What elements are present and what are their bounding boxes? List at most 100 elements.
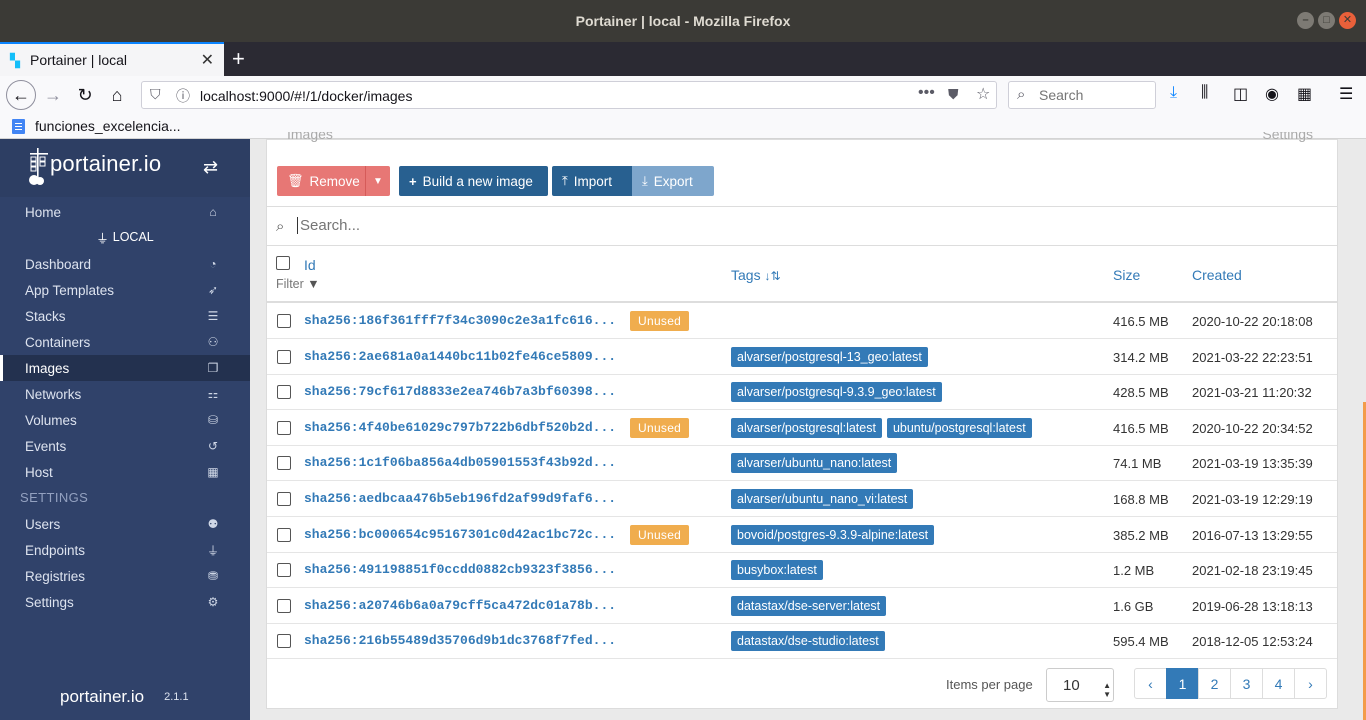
image-size: 1.2 MB (1113, 563, 1155, 579)
remove-dropdown-button[interactable]: ▼ (365, 166, 390, 196)
items-per-page-select[interactable]: 10 ▲ ▼ (1046, 668, 1114, 702)
maximize-icon[interactable]: □ (1318, 12, 1335, 29)
column-header-size[interactable]: Size (1113, 267, 1140, 283)
sidebar-toggle-arrows-icon[interactable]: ⇄ (203, 157, 218, 178)
page-button-3[interactable]: 3 (1230, 668, 1263, 699)
sidebar-item-endpoints[interactable]: Endpoints ⏚ (0, 537, 250, 563)
sidebar-item-containers[interactable]: Containers ⚇ (0, 329, 250, 355)
image-id-link[interactable]: sha256:2ae681a0a1440bc11b02fe46ce5809... (304, 349, 616, 364)
new-tab-icon[interactable]: + (232, 46, 245, 72)
image-id-link[interactable]: sha256:4f40be61029c797b722b6dbf520b2d... (304, 420, 616, 435)
filter-label: Filter (276, 277, 304, 291)
list-icon: ☰ (207, 309, 219, 323)
sidebar-item-users[interactable]: Users ⚉ (0, 511, 250, 537)
image-id-link[interactable]: sha256:216b55489d35706d9b1dc3768f7fed... (304, 633, 616, 648)
row-checkbox[interactable] (277, 456, 291, 471)
menu-hamburger-icon[interactable]: ☰ (1339, 84, 1353, 104)
sidebar-item-registries[interactable]: Registries ⛃ (0, 563, 250, 589)
image-created: 2018-12-05 12:53:24 (1192, 634, 1313, 650)
row-checkbox[interactable] (277, 634, 291, 649)
sidebar-item-networks[interactable]: Networks ⚏ (0, 381, 250, 407)
image-id-link[interactable]: sha256:aedbcaa476b5eb196fd2af99d9faf6... (304, 491, 616, 506)
remove-button[interactable]: 🗑 Remove (277, 166, 365, 196)
row-checkbox[interactable] (277, 349, 291, 364)
trash-icon: 🗑 (287, 173, 304, 188)
export-button[interactable]: ⤓ Export (632, 166, 714, 196)
sidebar-item-stacks[interactable]: Stacks ☰ (0, 303, 250, 329)
url-text[interactable]: localhost:9000/#!/1/docker/images (200, 88, 412, 104)
tab-close-icon[interactable]: ✕ (201, 50, 214, 70)
dashboard-gauge-icon: ◔ (209, 257, 217, 271)
sidebar-item-images[interactable]: Images ❐ (0, 355, 250, 381)
pocket-icon[interactable]: ⛊ (948, 86, 959, 103)
row-checkbox[interactable] (277, 420, 291, 435)
info-icon[interactable]: ⓘ (176, 86, 190, 106)
image-tag-badge: alvarser/postgresql-9.3.9_geo:latest (731, 382, 942, 403)
build-image-button[interactable]: + Build a new image (399, 166, 548, 196)
home-icon: ⌂ (209, 205, 217, 219)
sidebar-toggle-icon[interactable]: ◫ (1233, 84, 1248, 104)
row-checkbox[interactable] (277, 598, 291, 613)
home-icon[interactable]: ⌂ (104, 82, 130, 108)
bookmark-item[interactable]: funciones_excelencia... (35, 118, 181, 134)
reload-icon[interactable]: ↻ (72, 82, 98, 108)
page-prev-button[interactable]: ‹ (1134, 668, 1167, 699)
minimize-icon[interactable]: – (1297, 12, 1314, 29)
sidebar-item-settings[interactable]: Settings ⚙ (0, 589, 250, 615)
image-id-link[interactable]: sha256:186f361fff7f34c3090c2e3a1fc616... (304, 313, 616, 328)
browser-search-input[interactable] (1039, 87, 1149, 103)
forward-arrow-icon[interactable]: → (40, 82, 66, 108)
bookmark-star-icon[interactable]: ☆ (976, 84, 990, 104)
sidebar-item-events[interactable]: Events ↺ (0, 433, 250, 459)
image-id-link[interactable]: sha256:a20746b6a0a79cff5ca472dc01a78b... (304, 598, 616, 613)
row-checkbox[interactable] (277, 492, 291, 506)
items-per-page-label: Items per page (946, 677, 1033, 692)
column-header-id[interactable]: Id (304, 257, 316, 273)
sidebar-item-label: Volumes (25, 412, 77, 428)
account-icon[interactable]: ◉ (1265, 84, 1279, 104)
row-checkbox[interactable] (277, 563, 291, 578)
download-icon[interactable]: ⤓ (1170, 84, 1177, 102)
sidebar-item-host[interactable]: Host ▦ (0, 459, 250, 485)
row-checkbox[interactable] (277, 527, 291, 542)
sidebar-item-volumes[interactable]: Volumes ⛁ (0, 407, 250, 433)
image-id-link[interactable]: sha256:1c1f06ba856a4db05901553f43b92d... (304, 455, 616, 470)
image-id-link[interactable]: sha256:79cf617d8833e2ea746b7a3bf60398... (304, 384, 616, 399)
import-button[interactable]: ⤒ Import (552, 166, 632, 196)
sidebar-item-dashboard[interactable]: Dashboard ◔ (0, 251, 250, 277)
column-header-created[interactable]: Created (1192, 267, 1242, 283)
extensions-grid-icon[interactable]: ▦ (1297, 84, 1312, 104)
back-arrow-icon[interactable]: ← (6, 80, 36, 110)
page-button-4[interactable]: 4 (1262, 668, 1295, 699)
page-next-button[interactable]: › (1294, 668, 1327, 699)
shield-icon[interactable]: ⛉ (150, 86, 161, 103)
brand-name[interactable]: portainer.io (50, 151, 161, 177)
pagination-area: Items per page 10 ▲ ▼ ‹ 1 2 3 4 › (267, 660, 1337, 702)
image-search-input[interactable] (297, 217, 697, 234)
row-checkbox[interactable] (277, 314, 291, 328)
browser-tab-title: Portainer | local (30, 52, 128, 68)
filter-toggle[interactable]: Filter ▼ (276, 277, 320, 291)
main-content: Images Settings 🗑 Remove ▼ + Build a new… (250, 132, 1366, 720)
more-actions-icon[interactable]: ••• (918, 84, 935, 102)
browser-tab[interactable]: ▚ Portainer | local ✕ (0, 42, 224, 76)
export-button-label: Export (653, 173, 693, 189)
column-header-tags[interactable]: Tags ↓⇅ (731, 267, 781, 283)
select-all-checkbox[interactable] (276, 256, 290, 270)
tag-list: datastax/dse-studio:latest (731, 631, 885, 652)
sidebar-item-app-templates[interactable]: App Templates ➶ (0, 277, 250, 303)
table-settings-link[interactable]: Settings (1262, 132, 1313, 142)
portainer-logo-icon[interactable] (28, 148, 50, 186)
image-id-link[interactable]: sha256:491198851f0ccdd0882cb9323f3856... (304, 562, 616, 577)
import-button-label: Import (573, 173, 613, 189)
url-bar[interactable]: ⛉ ⓘ localhost:9000/#!/1/docker/images ••… (141, 81, 997, 109)
library-icon[interactable]: ⫼ (1201, 84, 1208, 102)
page-button-2[interactable]: 2 (1198, 668, 1231, 699)
close-window-icon[interactable]: ✕ (1339, 12, 1356, 29)
image-id-link[interactable]: sha256:bc000654c95167301c0d42ac1bc72c... (304, 527, 616, 542)
items-per-page-value: 10 (1063, 677, 1080, 694)
row-checkbox[interactable] (277, 385, 291, 400)
page-button-1[interactable]: 1 (1166, 668, 1199, 699)
sidebar-item-home[interactable]: Home ⌂ (0, 199, 250, 225)
browser-search-box[interactable]: ⌕ (1008, 81, 1156, 109)
